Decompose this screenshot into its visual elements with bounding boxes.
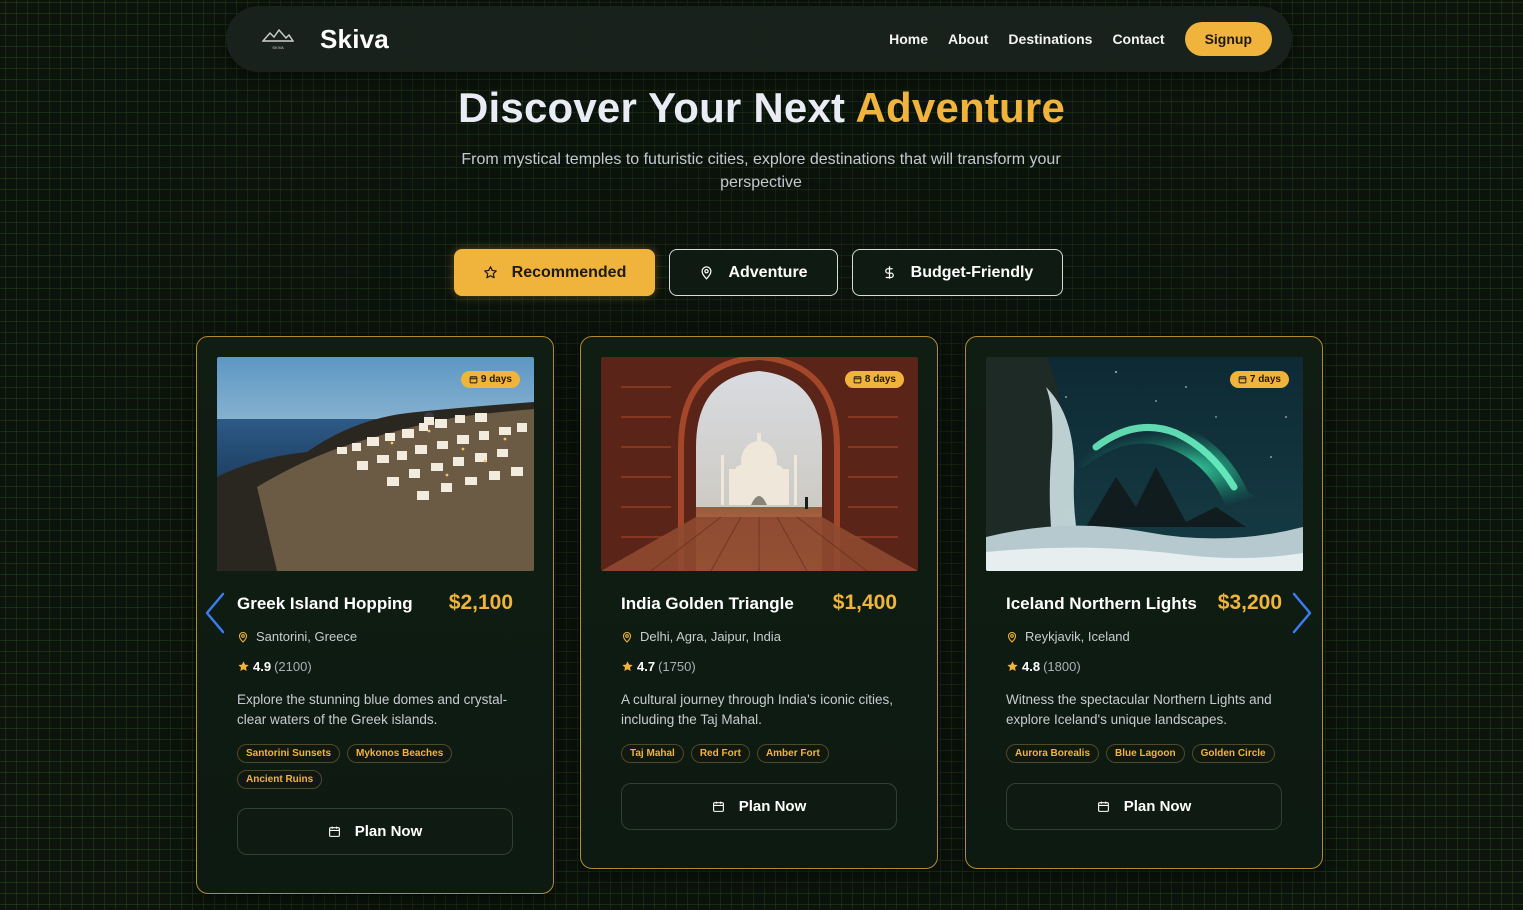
calendar-icon xyxy=(469,376,478,384)
duration-badge: 8 days xyxy=(844,371,904,388)
destination-image-taj-mahal: 8 days xyxy=(601,357,918,571)
chevron-right-icon xyxy=(1292,592,1312,634)
map-pin-icon xyxy=(1007,631,1017,643)
destination-image-santorini: 9 days xyxy=(217,357,534,571)
tag[interactable]: Aurora Borealis xyxy=(1006,744,1100,763)
calendar-icon xyxy=(328,826,340,837)
calendar-icon xyxy=(1238,376,1247,384)
card-location: Reykjavik, Iceland xyxy=(1006,629,1130,644)
rating-score: 4.7 xyxy=(637,659,656,674)
star-filled-icon xyxy=(1007,661,1018,671)
plan-now-label: Plan Now xyxy=(354,823,423,840)
rating-count: (1750) xyxy=(658,659,696,674)
card-description: Explore the stunning blue domes and crys… xyxy=(237,692,508,727)
plan-now-button[interactable]: Plan Now xyxy=(1006,783,1282,830)
brand-name[interactable]: Skiva xyxy=(320,24,389,55)
location-text: Reykjavik, Iceland xyxy=(1025,629,1130,644)
card-price: $1,400 xyxy=(832,591,897,614)
nav-link-contact[interactable]: Contact xyxy=(1112,31,1164,47)
card-location: Delhi, Agra, Jaipur, India xyxy=(621,629,781,644)
hero-title-main: Discover Your Next xyxy=(457,84,846,131)
card-location: Santorini, Greece xyxy=(237,629,357,644)
tag[interactable]: Amber Fort xyxy=(756,744,829,763)
card-rating: 4.8 (1800) xyxy=(1006,659,1081,674)
carousel-next-button[interactable] xyxy=(1290,592,1314,634)
card-title: India Golden Triangle xyxy=(621,594,794,613)
carousel-prev-button[interactable] xyxy=(203,592,227,634)
logo-text: SKIVA xyxy=(272,45,284,50)
star-icon xyxy=(483,266,497,279)
filter-budget-friendly[interactable]: Budget-Friendly xyxy=(852,249,1063,296)
map-pin-icon xyxy=(238,631,248,643)
nav-link-destinations[interactable]: Destinations xyxy=(1008,31,1092,47)
plan-now-label: Plan Now xyxy=(738,798,807,815)
plan-now-button[interactable]: Plan Now xyxy=(621,783,897,830)
plan-now-button[interactable]: Plan Now xyxy=(237,808,513,855)
rating-count: (2100) xyxy=(274,659,312,674)
rating-score: 4.9 xyxy=(253,659,272,674)
destination-card-iceland[interactable]: 7 days Iceland Northern Lights $3,200 Re… xyxy=(965,336,1323,869)
card-title: Iceland Northern Lights xyxy=(1006,594,1197,613)
hero-title-accent: Adventure xyxy=(855,84,1066,131)
map-pin-icon xyxy=(622,631,632,643)
filter-label: Budget-Friendly xyxy=(910,263,1034,281)
tag[interactable]: Golden Circle xyxy=(1191,744,1275,763)
destination-image-northern-lights: 7 days xyxy=(986,357,1303,571)
tag-list: Santorini Sunsets Mykonos Beaches Ancien… xyxy=(237,744,517,789)
filter-recommended[interactable]: Recommended xyxy=(454,249,655,296)
signup-button[interactable]: Signup xyxy=(1184,22,1272,56)
duration-badge: 9 days xyxy=(460,371,520,388)
filter-adventure[interactable]: Adventure xyxy=(669,249,838,296)
card-title: Greek Island Hopping xyxy=(237,594,413,613)
tag-list: Taj Mahal Red Fort Amber Fort xyxy=(621,744,901,763)
location-text: Delhi, Agra, Jaipur, India xyxy=(640,629,781,644)
filter-label: Recommended xyxy=(511,263,627,281)
navbar: SKIVA Skiva Home About Destinations Cont… xyxy=(226,6,1292,72)
destination-card-india[interactable]: 8 days India Golden Triangle $1,400 Delh… xyxy=(580,336,938,869)
card-rating: 4.9 (2100) xyxy=(237,659,312,674)
card-price: $3,200 xyxy=(1217,591,1282,614)
tag[interactable]: Santorini Sunsets xyxy=(237,744,341,763)
chevron-left-icon xyxy=(205,592,225,634)
duration-text: 9 days xyxy=(480,374,512,385)
location-text: Santorini, Greece xyxy=(256,629,358,644)
card-rating: 4.7 (1750) xyxy=(621,659,696,674)
tag[interactable]: Red Fort xyxy=(690,744,750,763)
tag[interactable]: Taj Mahal xyxy=(621,744,684,763)
calendar-icon xyxy=(1097,801,1109,812)
star-filled-icon xyxy=(622,661,633,671)
tag-list: Aurora Borealis Blue Lagoon Golden Circl… xyxy=(1006,744,1286,763)
card-description: Witness the spectacular Northern Lights … xyxy=(1006,692,1272,727)
hero-subtitle: From mystical temples to futuristic citi… xyxy=(461,151,1061,191)
tag[interactable]: Ancient Ruins xyxy=(237,770,323,789)
nav-link-about[interactable]: About xyxy=(948,31,988,47)
filter-label: Adventure xyxy=(728,263,808,281)
destination-card-greece[interactable]: 9 days Greek Island Hopping $2,100 Santo… xyxy=(196,336,554,894)
duration-text: 7 days xyxy=(1249,374,1281,385)
nav-links: Home About Destinations Contact Signup xyxy=(889,22,1272,56)
star-filled-icon xyxy=(238,661,249,671)
nav-link-home[interactable]: Home xyxy=(889,31,928,47)
dollar-icon xyxy=(884,266,894,279)
rating-count: (1800) xyxy=(1043,659,1081,674)
card-description: A cultural journey through India's iconi… xyxy=(621,692,893,727)
plan-now-label: Plan Now xyxy=(1123,798,1192,815)
duration-text: 8 days xyxy=(864,374,896,385)
duration-badge: 7 days xyxy=(1229,371,1289,388)
calendar-icon xyxy=(712,801,724,812)
map-pin-icon xyxy=(701,266,712,280)
rating-score: 4.8 xyxy=(1022,659,1041,674)
card-price: $2,100 xyxy=(448,591,513,614)
mountain-logo-icon[interactable]: SKIVA xyxy=(262,27,294,51)
tag[interactable]: Mykonos Beaches xyxy=(347,744,453,763)
hero-title: Discover Your Next Adventure xyxy=(0,84,1523,132)
tag[interactable]: Blue Lagoon xyxy=(1106,744,1185,763)
calendar-icon xyxy=(853,376,862,384)
